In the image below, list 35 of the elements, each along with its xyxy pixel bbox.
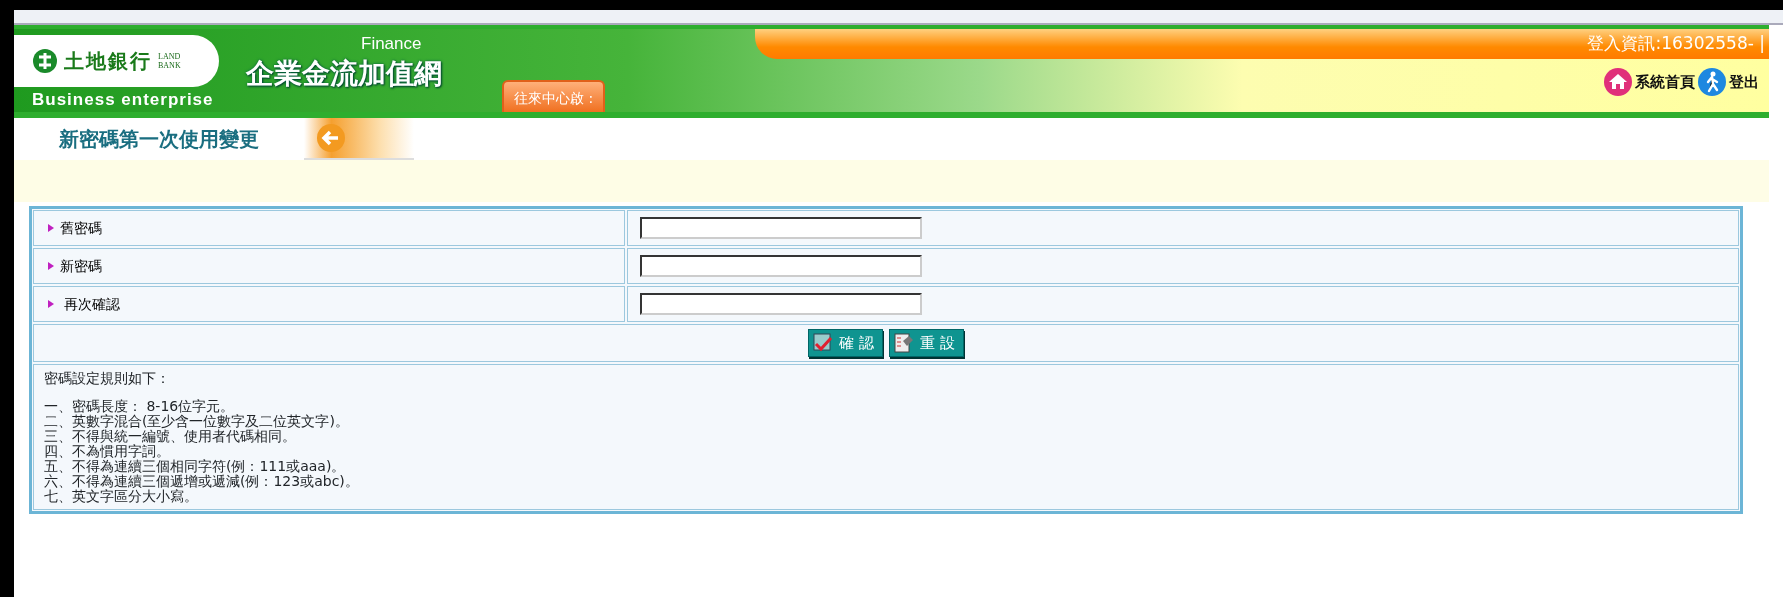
logo-text: 土地銀行 bbox=[64, 47, 152, 75]
bullet-icon bbox=[48, 221, 54, 235]
page-title: 新密碼第一次使用變更 bbox=[58, 126, 260, 153]
walking-person-icon bbox=[1697, 67, 1727, 97]
home-link[interactable]: 系統首頁 bbox=[1603, 67, 1695, 97]
arrow-left-icon bbox=[316, 123, 346, 153]
rule-text: 五、不得為連續三個相同字符(例：111或aaa)。 bbox=[44, 459, 347, 474]
password-field[interactable] bbox=[640, 255, 922, 277]
rule-text: 四、不為慣用字詞。 bbox=[44, 444, 171, 459]
field-label: 再次確認 bbox=[63, 294, 121, 314]
rule-text: 六、不得為連續三個遞增或遞減(例：123或abc)。 bbox=[44, 474, 360, 489]
password-field[interactable] bbox=[640, 217, 922, 239]
password-field[interactable] bbox=[640, 293, 922, 315]
rule-text: 一、密碼長度： 8-16位字元。 bbox=[44, 399, 236, 414]
confirm-button[interactable]: 確 認 bbox=[808, 329, 883, 357]
field-label: 新密碼 bbox=[60, 256, 102, 276]
checkmark-icon bbox=[813, 333, 834, 353]
product-label: Finance bbox=[360, 35, 423, 53]
rule-text: 七、英文字區分大小寫。 bbox=[44, 489, 199, 504]
bullet-icon bbox=[48, 297, 54, 311]
tagline: Business enterprise bbox=[31, 88, 215, 111]
rule-text: 二、英數字混合(至少含一位數字及二位英文字)。 bbox=[44, 414, 350, 429]
login-info-bar: 登入資訊:16302558- | bbox=[755, 29, 1769, 59]
rules-title: 密碼設定規則如下： bbox=[44, 371, 171, 386]
field-label: 舊密碼 bbox=[60, 218, 102, 238]
logout-link[interactable]: 登出 bbox=[1697, 67, 1759, 97]
rule-text: 三、不得與統一編號、使用者代碼相同。 bbox=[44, 429, 297, 444]
reset-button[interactable]: 重 設 bbox=[889, 329, 964, 357]
document-icon bbox=[894, 333, 914, 353]
logo-icon bbox=[32, 47, 58, 74]
product-title: 企業金流加值網 bbox=[246, 56, 442, 92]
home-icon bbox=[1603, 67, 1633, 97]
logo-english-text: LAND BANK bbox=[158, 51, 181, 70]
center-tab[interactable]: 往來中心啟 : bbox=[502, 80, 606, 112]
bullet-icon bbox=[48, 259, 54, 273]
